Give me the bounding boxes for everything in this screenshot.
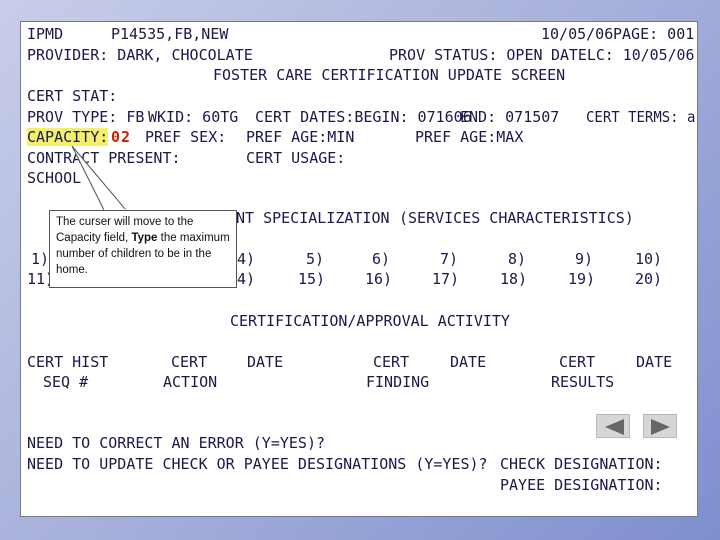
contract-present-field[interactable]: CONTRACT PRESENT: (27, 149, 181, 167)
instruction-callout: The curser will move to the Capacity fie… (49, 210, 237, 288)
spec-slot-6[interactable]: 6) (372, 250, 390, 268)
spec-slot-19[interactable]: 19) (568, 270, 595, 288)
screen-title: FOSTER CARE CERTIFICATION UPDATE SCREEN (213, 66, 566, 84)
update-check-prompt[interactable]: NEED TO UPDATE CHECK OR PAYEE DESIGNATIO… (27, 455, 488, 473)
prov-type-field: PROV TYPE: FB (27, 108, 145, 126)
services-characteristics: (SERVICES CHARACTERISTICS) (399, 209, 634, 227)
col-seq: SEQ # (43, 373, 89, 391)
spec-slot-4[interactable]: 4) (237, 250, 255, 268)
header-date: 10/05/06 (541, 25, 614, 43)
col-action: ACTION (163, 373, 218, 391)
spec-slot-5[interactable]: 5) (306, 250, 324, 268)
pref-sex-field[interactable]: PREF SEX: (145, 128, 226, 146)
school-label: SCHOOL (27, 169, 82, 187)
provider-name: PROVIDER: DARK, CHOCOLATE (27, 46, 253, 64)
correct-error-prompt[interactable]: NEED TO CORRECT AN ERROR (Y=YES)? (27, 434, 325, 452)
spec-slot-10[interactable]: 10) (635, 250, 662, 268)
spec-slot-20[interactable]: 20) (635, 270, 662, 288)
spec-slot-17[interactable]: 17) (432, 270, 459, 288)
cert-stat-label: CERT STAT: (27, 87, 118, 105)
forward-button[interactable] (643, 414, 677, 438)
col-finding: FINDING (366, 373, 430, 391)
spec-slot-15[interactable]: 15) (298, 270, 325, 288)
col-cert-hist: CERT HIST (27, 353, 109, 371)
col-date-2: DATE (450, 353, 487, 371)
payee-designation-field[interactable]: PAYEE DESIGNATION: (500, 476, 663, 494)
activity-title: CERTIFICATION/APPROVAL ACTIVITY (230, 312, 510, 330)
back-button[interactable] (596, 414, 630, 438)
spec-slot-18[interactable]: 18) (500, 270, 527, 288)
cert-dates-end: END: 071507 (460, 108, 560, 126)
col-date-3: DATE (636, 353, 673, 371)
col-cert-2: CERT (373, 353, 410, 371)
specialization-title: NT SPECIALIZATION (236, 209, 390, 227)
spec-slot-8[interactable]: 8) (508, 250, 526, 268)
col-date-1: DATE (247, 353, 284, 371)
wkid-field: WKID: 60TG (148, 108, 239, 126)
check-designation-field[interactable]: CHECK DESIGNATION: (500, 455, 663, 473)
spec-slot-7[interactable]: 7) (440, 250, 458, 268)
datelc: DATELC: 10/05/06 (551, 46, 695, 64)
capacity-label: CAPACITY: (27, 128, 109, 146)
col-cert-1: CERT (171, 353, 208, 371)
triangle-left-icon (605, 419, 624, 435)
triangle-right-icon (651, 419, 670, 435)
pref-age-max-field[interactable]: PREF AGE:MAX (415, 128, 523, 146)
page-number: PAGE: 001 (613, 25, 695, 43)
col-results: RESULTS (551, 373, 615, 391)
spec-slot-9[interactable]: 9) (575, 250, 593, 268)
pref-age-min-field[interactable]: PREF AGE:MIN (246, 128, 354, 146)
cert-dates-begin: CERT DATES:BEGIN: 071606 (255, 108, 472, 126)
cert-usage-field[interactable]: CERT USAGE: (246, 149, 345, 167)
col-cert-3: CERT (559, 353, 596, 371)
prov-status: PROV STATUS: OPEN (389, 46, 543, 64)
spec-slot-1[interactable]: 1) (31, 250, 49, 268)
spec-slot-16[interactable]: 16) (365, 270, 392, 288)
system-id: IPMD (27, 25, 64, 43)
spec-slot-14[interactable]: 4) (237, 270, 255, 288)
capacity-input[interactable]: 02 (111, 128, 131, 146)
case-id: P14535,FB,NEW (111, 25, 229, 43)
callout-text-bold: Type (131, 232, 158, 244)
cert-terms: CERT TERMS: a (586, 108, 696, 126)
